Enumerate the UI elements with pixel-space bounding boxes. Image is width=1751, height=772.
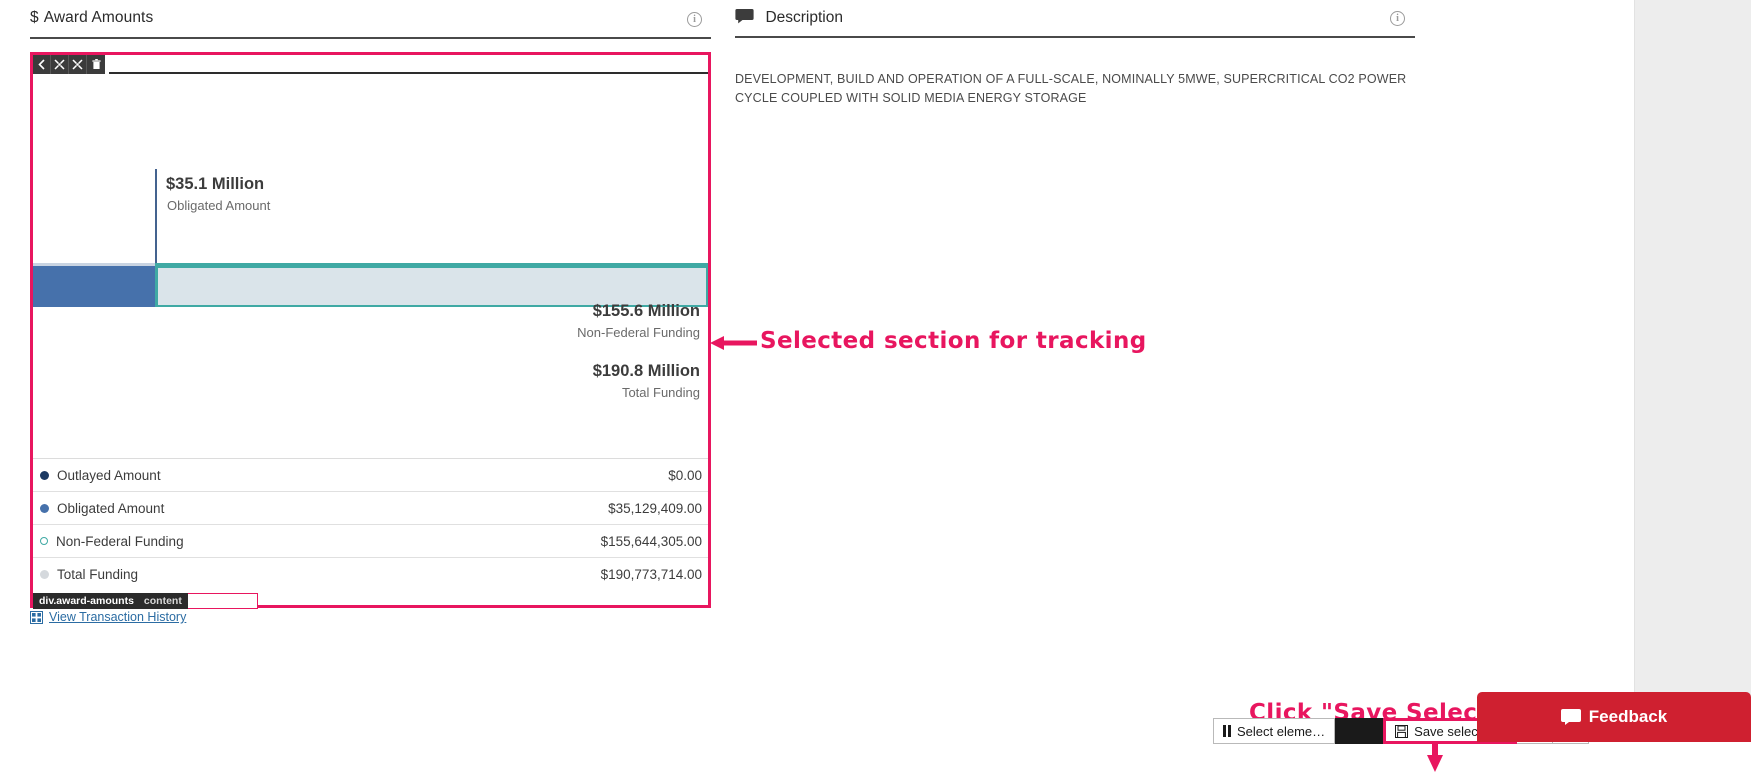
legend-value: $35,129,409.00 — [608, 501, 706, 516]
save-disk-icon — [1395, 725, 1408, 738]
back-chevron-icon[interactable] — [33, 55, 51, 74]
description-title: Description — [765, 9, 843, 26]
table-row[interactable]: Outlayed Amount $0.00 — [33, 458, 708, 491]
header-divider — [30, 37, 711, 39]
legend-label: Outlayed Amount — [57, 468, 668, 483]
annotation-arrow-left — [710, 333, 758, 353]
view-transaction-history-link[interactable]: View Transaction History — [30, 610, 186, 624]
select-element-label: Select eleme… — [1237, 724, 1325, 739]
description-header: Description i — [735, 0, 1425, 42]
non-federal-bar[interactable] — [155, 266, 708, 307]
element-selector-text: div.award-amounts — [39, 595, 134, 607]
table-row[interactable]: Total Funding $190,773,714.00 — [33, 557, 708, 590]
non-federal-callout-label: Non-Federal Funding — [577, 325, 700, 340]
info-icon[interactable]: i — [687, 12, 702, 27]
expand-icon[interactable] — [69, 55, 87, 74]
bar-track — [33, 263, 708, 307]
award-amounts-header: $ Award Amounts i — [0, 0, 727, 42]
description-divider — [735, 36, 1415, 38]
legend-label: Obligated Amount — [57, 501, 608, 516]
total-callout-amount: $190.8 Million — [593, 362, 700, 381]
dollar-glyph: $ — [30, 9, 39, 26]
selected-element-highlight: $35.1 Million Obligated Amount $155.6 Mi… — [30, 52, 711, 608]
feedback-label: Feedback — [1589, 707, 1667, 727]
select-element-button[interactable]: Select eleme… — [1213, 718, 1335, 744]
transaction-link-label: View Transaction History — [49, 610, 186, 624]
devtools-element-badge: div.award-amounts content — [33, 593, 188, 609]
select-element-icon — [1223, 725, 1231, 737]
description-text: DEVELOPMENT, BUILD AND OPERATION OF A FU… — [735, 70, 1415, 108]
non-federal-marker-icon — [40, 537, 48, 545]
feedback-button[interactable]: Feedback — [1477, 692, 1751, 742]
annotation-selected-section: Selected section for tracking — [760, 328, 1147, 354]
feedback-bubble-icon — [1561, 709, 1581, 725]
total-marker-icon — [40, 570, 49, 579]
right-gutter — [1634, 0, 1751, 742]
award-amounts-title: Award Amounts — [44, 9, 154, 26]
table-row[interactable]: Non-Federal Funding $155,644,305.00 — [33, 524, 708, 557]
outlayed-marker-icon — [40, 471, 49, 480]
info-icon[interactable]: i — [1390, 11, 1405, 26]
obligated-callout-amount: $35.1 Million — [166, 175, 264, 194]
legend-value: $190,773,714.00 — [601, 567, 706, 582]
page-title: $ Award Amounts — [30, 9, 153, 27]
element-kind-text: content — [144, 595, 182, 607]
element-badge-tail — [188, 593, 258, 609]
total-callout-label: Total Funding — [622, 385, 700, 400]
collapse-icon[interactable] — [51, 55, 69, 74]
award-amounts-legend-table: Outlayed Amount $0.00 Obligated Amount $… — [33, 458, 708, 590]
color-swatch[interactable] — [1335, 718, 1383, 744]
obligated-callout-line — [155, 169, 157, 263]
grid-icon — [30, 611, 43, 624]
obligated-marker-icon — [40, 504, 49, 513]
table-row[interactable]: Obligated Amount $35,129,409.00 — [33, 491, 708, 524]
trash-icon[interactable] — [87, 55, 105, 74]
legend-value: $0.00 — [668, 468, 706, 483]
obligated-callout-label: Obligated Amount — [167, 198, 270, 213]
award-amounts-chart: $35.1 Million Obligated Amount $155.6 Mi… — [33, 74, 708, 514]
award-amounts-panel: $ Award Amounts i $35.1 Million Obligated… — [0, 0, 727, 680]
legend-label: Non-Federal Funding — [56, 534, 601, 549]
speech-bubble-icon — [735, 8, 754, 29]
legend-value: $155,644,305.00 — [601, 534, 706, 549]
legend-label: Total Funding — [57, 567, 601, 582]
devtools-element-toolbar[interactable] — [33, 55, 105, 74]
non-federal-callout-amount: $155.6 Million — [593, 302, 700, 321]
description-panel: Description i DEVELOPMENT, BUILD AND OPE… — [735, 0, 1425, 42]
obligated-bar[interactable] — [33, 266, 155, 307]
